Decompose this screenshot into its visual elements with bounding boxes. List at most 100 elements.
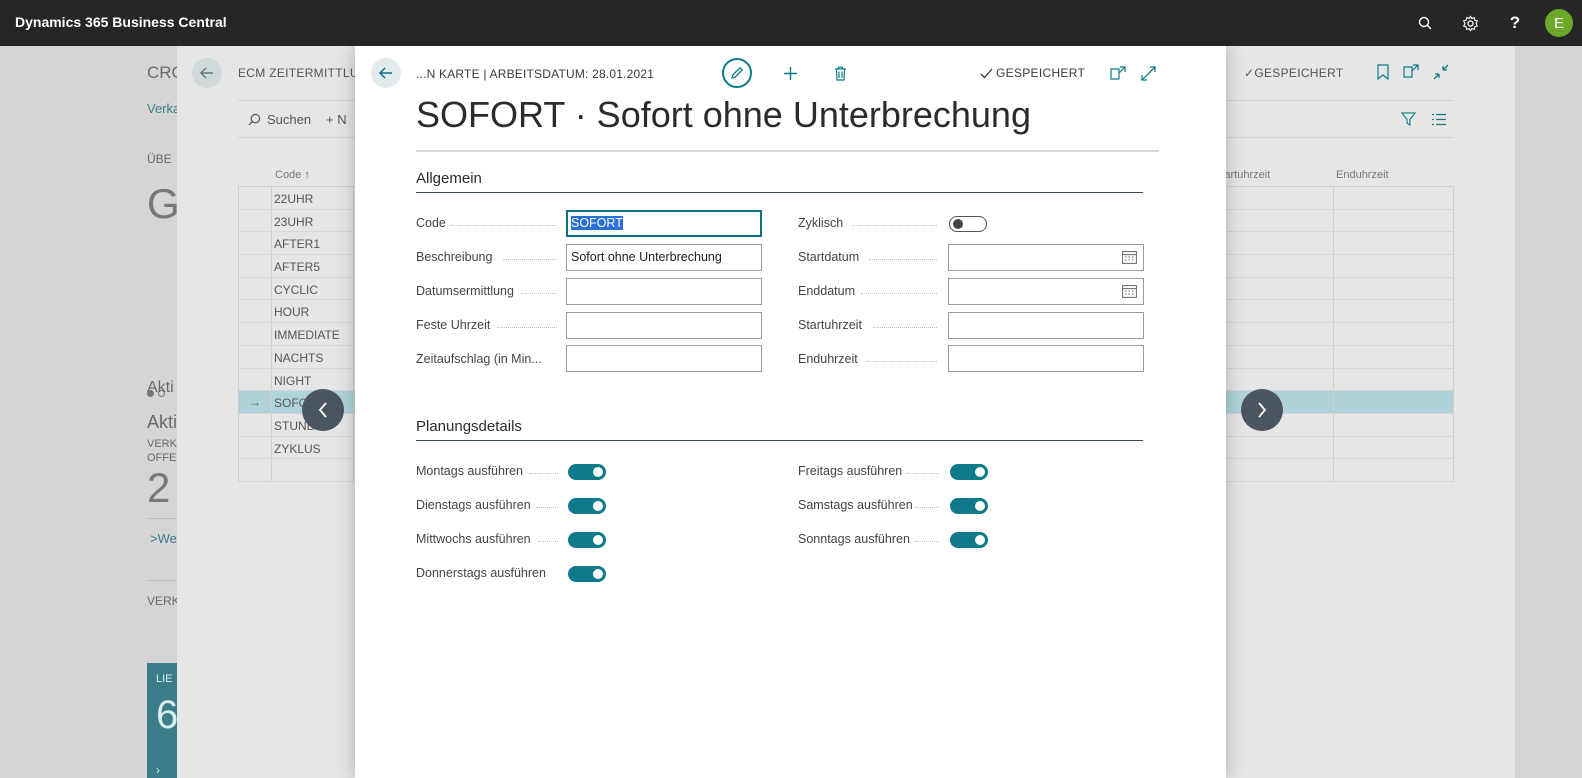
code-cell[interactable]: AFTER5	[274, 260, 320, 274]
section-general-title[interactable]: Allgemein	[416, 170, 482, 187]
cue-label: VERK	[147, 438, 177, 450]
page-title: SOFORT · Sofort ohne Unterbrechung	[416, 94, 1031, 135]
cue-label-2: OFFE	[147, 452, 177, 464]
fixed-time-label: Feste Uhrzeit	[416, 318, 491, 332]
code-cell[interactable]: NIGHT	[274, 374, 311, 388]
start-date-label: Startdatum	[798, 250, 860, 264]
card-back-button[interactable]	[371, 58, 401, 88]
wednesday-label: Mittwochs ausführen	[416, 532, 531, 546]
filter-icon[interactable]	[1401, 112, 1416, 127]
search-icon	[248, 113, 261, 126]
section-planning-title[interactable]: Planungsdetails	[416, 418, 522, 435]
friday-toggle[interactable]	[950, 464, 988, 480]
previous-record-button[interactable]	[302, 389, 344, 431]
next-record-button[interactable]	[1241, 389, 1283, 431]
monday-toggle[interactable]	[568, 464, 606, 480]
breadcrumb: ...N KARTE | ARBEITSDATUM: 28.01.2021	[416, 67, 655, 81]
start-time-label: Startuhrzeit	[798, 318, 862, 332]
card-page: ...N KARTE | ARBEITSDATUM: 28.01.2021 GE…	[355, 46, 1226, 778]
tuesday-label: Dienstags ausführen	[416, 498, 531, 512]
thursday-toggle[interactable]	[568, 566, 606, 582]
chevron-left-icon	[318, 402, 327, 418]
cue-value[interactable]: 2	[147, 464, 170, 512]
start-time-field[interactable]	[948, 312, 1144, 339]
start-date-field[interactable]	[948, 244, 1144, 271]
end-date-label: Enddatum	[798, 284, 855, 298]
avatar[interactable]: E	[1545, 9, 1573, 37]
wednesday-toggle[interactable]	[568, 532, 606, 548]
list-saved-status: ✓GESPEICHERT	[1244, 66, 1344, 80]
saved-status: GESPEICHERT	[980, 66, 1085, 80]
chevron-right-icon	[1258, 402, 1267, 418]
friday-label: Freitags ausführen	[798, 464, 903, 478]
overview-label: ÜBE	[147, 152, 172, 166]
expand-button[interactable]	[1137, 62, 1159, 84]
plus-icon	[783, 66, 797, 80]
delete-button[interactable]	[829, 62, 851, 84]
app-bar: Dynamics 365 Business Central ? E	[0, 0, 1582, 46]
tuesday-toggle[interactable]	[568, 498, 606, 514]
code-cell[interactable]: AFTER1	[274, 237, 320, 251]
code-cell[interactable]: IMMEDIATE	[274, 328, 340, 342]
checkmark-icon	[980, 68, 993, 78]
activities-title: Akti	[147, 379, 174, 396]
code-field[interactable]: SOFORT	[566, 210, 762, 237]
saturday-toggle[interactable]	[950, 498, 988, 514]
calendar-icon[interactable]	[1122, 250, 1137, 264]
back-arrow-icon	[379, 67, 392, 79]
end-date-field[interactable]	[948, 278, 1144, 305]
code-cell[interactable]: HOUR	[274, 305, 309, 319]
bookmark-icon[interactable]	[1377, 64, 1389, 80]
gear-icon[interactable]	[1459, 12, 1481, 34]
cyclic-toggle[interactable]	[949, 216, 987, 232]
calendar-icon[interactable]	[1122, 284, 1137, 298]
row-indicator-icon: →	[249, 395, 261, 410]
expand-icon	[1140, 65, 1156, 81]
sunday-toggle[interactable]	[950, 532, 988, 548]
section-label: VERK	[147, 594, 180, 608]
end-time-label: Enduhrzeit	[798, 352, 858, 366]
activities-subtitle: Akti	[147, 412, 178, 432]
code-label: Code	[416, 216, 446, 230]
help-icon[interactable]: ?	[1504, 12, 1526, 34]
list-icon[interactable]	[1432, 113, 1446, 126]
code-cell[interactable]: CYCLIC	[274, 283, 318, 297]
column-code[interactable]: Code ↑	[275, 169, 310, 181]
trash-icon	[834, 66, 846, 81]
column-end-time[interactable]: Enduhrzeit	[1336, 169, 1389, 181]
sunday-label: Sonntags ausführen	[798, 532, 910, 546]
search-icon[interactable]	[1414, 12, 1436, 34]
list-back-button[interactable]	[192, 58, 222, 88]
more-link[interactable]: >Wei	[150, 531, 180, 546]
code-cell[interactable]: 22UHR	[274, 192, 313, 206]
app-title: Dynamics 365 Business Central	[15, 14, 227, 30]
time-surcharge-field[interactable]	[566, 345, 762, 372]
thursday-label: Donnerstags ausführen	[416, 566, 546, 580]
nav-link[interactable]: Verka	[147, 101, 180, 116]
code-cell[interactable]: 23UHR	[274, 215, 313, 229]
description-field[interactable]: Sofort ohne Unterbrechung	[566, 244, 762, 271]
time-surcharge-label: Zeitaufschlag (in Min...	[416, 352, 542, 366]
edit-button[interactable]	[722, 58, 752, 88]
code-cell[interactable]: NACHTS	[274, 351, 323, 365]
code-cell[interactable]: ZYKLUS	[274, 442, 321, 456]
headline: G	[147, 180, 180, 227]
date-calc-label: Datumsermittlung	[416, 284, 514, 298]
list-new-button[interactable]: + N	[326, 112, 347, 127]
collapse-icon[interactable]	[1433, 64, 1449, 80]
saturday-label: Samstags ausführen	[798, 498, 913, 512]
end-time-field[interactable]	[948, 345, 1144, 372]
open-new-window-button[interactable]	[1107, 62, 1129, 84]
list-search-button[interactable]: Suchen	[248, 112, 311, 127]
date-calc-field[interactable]	[566, 278, 762, 305]
cyclic-label: Zyklisch	[798, 216, 844, 230]
open-new-window-icon[interactable]	[1403, 64, 1419, 78]
description-label: Beschreibung	[416, 250, 493, 264]
new-button[interactable]	[779, 62, 801, 84]
open-new-window-icon	[1110, 66, 1126, 80]
pencil-icon	[731, 66, 744, 79]
fixed-time-field[interactable]	[566, 312, 762, 339]
list-page-title: ECM ZEITERMITTLUN	[238, 66, 368, 80]
monday-label: Montags ausführen	[416, 464, 524, 478]
back-arrow-icon	[200, 67, 213, 79]
